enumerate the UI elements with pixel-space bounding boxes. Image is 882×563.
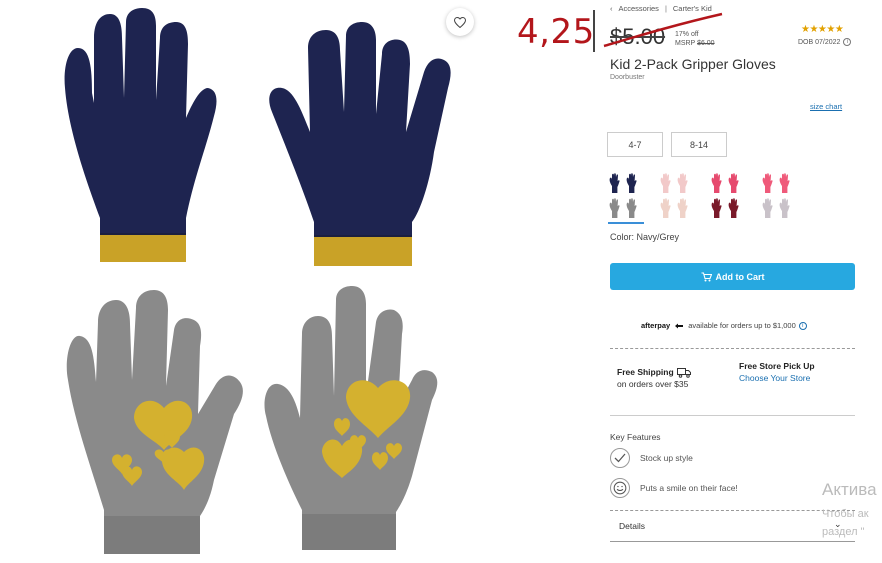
msrp: MSRP $6.00: [675, 39, 715, 48]
discount-info: 17% off MSRP $6.00: [675, 30, 715, 48]
grey-glove-image: [264, 286, 438, 550]
selected-color-label: Color: Navy/Grey: [610, 232, 680, 242]
color-swatch[interactable]: [710, 173, 746, 221]
size-selector: 4-7 8-14: [607, 132, 727, 157]
afterpay-logo-icon: [675, 323, 684, 328]
navy-glove-image: [269, 22, 451, 266]
choose-store-link[interactable]: Choose Your Store: [739, 372, 815, 384]
text-cursor: [593, 10, 595, 52]
dob-info: DOB 07/2022 i: [798, 38, 852, 46]
navy-glove-image: [64, 8, 217, 262]
free-shipping: Free Shipping on orders over $35: [617, 366, 691, 390]
rating-stars[interactable]: ★★★★★: [801, 24, 844, 35]
key-features-title: Key Features: [610, 432, 661, 442]
size-option[interactable]: 8-14: [671, 132, 727, 157]
size-chart-link[interactable]: size chart: [810, 102, 842, 111]
feature-label: Stock up style: [640, 453, 693, 463]
product-badge: Doorbuster: [610, 74, 645, 81]
glove-swatch-image: [762, 173, 790, 218]
os-activation-watermark: Актива: [822, 480, 877, 499]
os-activation-line: раздел ": [822, 526, 865, 538]
color-swatch[interactable]: [659, 173, 695, 221]
grey-glove-image: [66, 290, 243, 554]
free-shipping-sub: on orders over $35: [617, 379, 689, 389]
afterpay-info: afterpay available for orders up to $1,0…: [641, 321, 807, 330]
handwritten-price: 4,25: [517, 12, 595, 52]
glove-swatch-image: [609, 173, 637, 218]
info-icon[interactable]: i: [843, 38, 852, 46]
product-gallery: [0, 0, 480, 563]
msrp-value: $6.00: [697, 40, 715, 47]
check-icon: [610, 448, 630, 468]
heart-icon: [454, 16, 466, 28]
info-icon[interactable]: i: [798, 321, 807, 330]
afterpay-brand: afterpay: [641, 321, 671, 330]
color-swatch[interactable]: [761, 173, 797, 221]
store-pickup: Free Store Pick Up Choose Your Store: [739, 360, 815, 384]
feature-item: Puts a smile on their face!: [610, 478, 738, 498]
glove-swatch-image: [711, 173, 739, 218]
product-title: Kid 2-Pack Gripper Gloves: [610, 56, 776, 72]
color-swatches: [608, 173, 797, 224]
feature-item: Stock up style: [610, 448, 693, 468]
add-to-cart-button[interactable]: Add to Cart: [610, 263, 855, 290]
store-pickup-title: Free Store Pick Up: [739, 361, 815, 371]
os-activation-text: Чтобы ак раздел ": [822, 505, 869, 541]
divider: [610, 348, 855, 349]
divider: [610, 541, 855, 542]
details-accordion[interactable]: Details: [619, 521, 645, 531]
color-swatch[interactable]: [608, 173, 644, 224]
divider: [610, 415, 855, 416]
feature-label: Puts a smile on their face!: [640, 483, 738, 493]
divider: [610, 510, 855, 511]
dob-text: DOB 07/2022: [798, 38, 841, 46]
free-shipping-title: Free Shipping: [617, 367, 674, 377]
add-to-cart-label: Add to Cart: [715, 271, 765, 282]
os-activation-line: Чтобы ак: [822, 508, 869, 520]
wishlist-button[interactable]: [446, 8, 474, 36]
msrp-label: MSRP: [675, 40, 696, 47]
smile-icon: [610, 478, 630, 498]
afterpay-text: available for orders up to $1,000: [688, 321, 796, 330]
discount-percent: 17% off: [675, 31, 699, 38]
cart-icon: [701, 271, 712, 281]
glove-swatch-image: [660, 173, 688, 218]
truck-icon: [676, 367, 691, 378]
size-option[interactable]: 4-7: [607, 132, 663, 157]
